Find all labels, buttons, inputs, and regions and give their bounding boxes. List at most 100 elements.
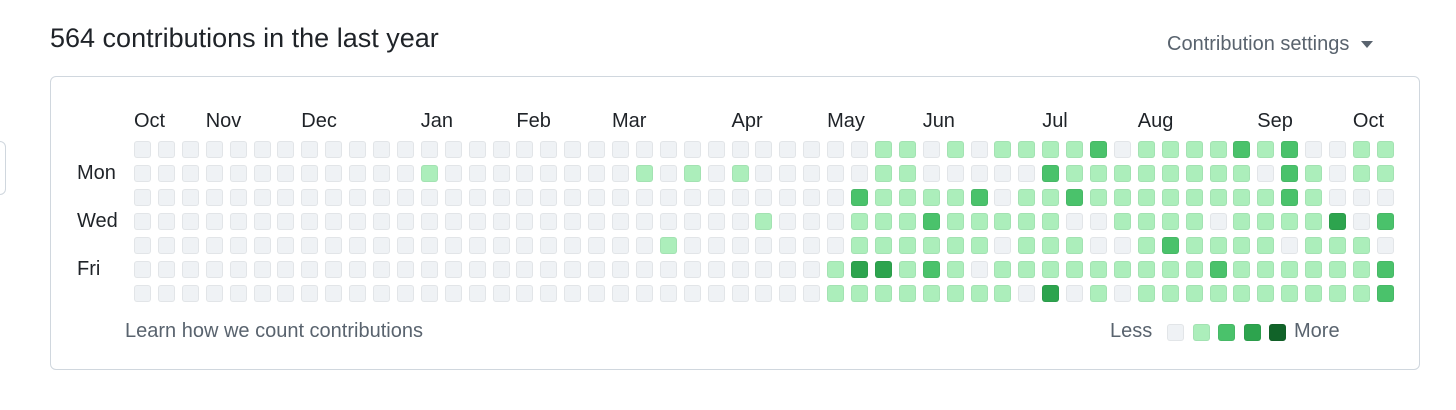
contribution-cell[interactable] [946, 285, 964, 302]
contribution-cell[interactable] [898, 237, 916, 254]
contribution-cell[interactable] [683, 213, 701, 230]
contribution-cell[interactable] [827, 213, 845, 230]
contribution-cell[interactable] [1257, 213, 1275, 230]
contribution-cell[interactable] [803, 261, 821, 278]
contribution-cell[interactable] [253, 213, 271, 230]
contribution-cell[interactable] [1113, 141, 1131, 158]
contribution-cell[interactable] [492, 261, 510, 278]
contribution-cell[interactable] [373, 213, 390, 230]
contribution-cell[interactable] [898, 189, 916, 206]
contribution-cell[interactable] [970, 285, 988, 302]
contribution-cell[interactable] [1329, 261, 1346, 278]
contribution-cell[interactable] [874, 189, 892, 206]
contribution-cell[interactable] [946, 213, 964, 230]
contribution-cell[interactable] [803, 237, 821, 254]
contribution-cell[interactable] [755, 237, 773, 254]
contribution-cell[interactable] [420, 165, 438, 182]
contribution-cell[interactable] [1090, 261, 1107, 278]
contribution-cell[interactable] [1305, 285, 1323, 302]
contribution-cell[interactable] [898, 165, 916, 182]
contribution-cell[interactable] [229, 237, 247, 254]
contribution-cell[interactable] [564, 165, 582, 182]
contribution-cell[interactable] [1281, 213, 1299, 230]
contribution-cell[interactable] [325, 189, 343, 206]
contribution-cell[interactable] [540, 189, 558, 206]
contribution-cell[interactable] [994, 261, 1012, 278]
contribution-cell[interactable] [1066, 285, 1084, 302]
contribution-cell[interactable] [373, 285, 390, 302]
contribution-cell[interactable] [1209, 213, 1227, 230]
contribution-cell[interactable] [564, 141, 582, 158]
contribution-cell[interactable] [444, 285, 462, 302]
contribution-cell[interactable] [1376, 189, 1394, 206]
contribution-cell[interactable] [946, 141, 964, 158]
contribution-cell[interactable] [516, 141, 534, 158]
contribution-cell[interactable] [349, 261, 367, 278]
contribution-cell[interactable] [994, 237, 1012, 254]
contribution-cell[interactable] [157, 213, 175, 230]
contribution-cell[interactable] [683, 165, 701, 182]
contribution-cell[interactable] [229, 141, 247, 158]
contribution-cell[interactable] [755, 285, 773, 302]
contribution-cell[interactable] [253, 141, 271, 158]
contribution-cell[interactable] [1305, 165, 1323, 182]
contribution-cell[interactable] [277, 189, 295, 206]
contribution-cell[interactable] [612, 237, 629, 254]
contribution-cell[interactable] [277, 261, 295, 278]
contribution-cell[interactable] [1352, 189, 1370, 206]
contribution-cell[interactable] [396, 261, 414, 278]
contribution-cell[interactable] [492, 213, 510, 230]
contribution-cell[interactable] [898, 213, 916, 230]
contribution-cell[interactable] [1281, 261, 1299, 278]
contribution-cell[interactable] [779, 261, 797, 278]
contribution-cell[interactable] [827, 285, 845, 302]
contribution-cell[interactable] [1090, 285, 1107, 302]
contribution-cell[interactable] [1137, 261, 1155, 278]
contribution-cell[interactable] [803, 285, 821, 302]
contribution-cell[interactable] [779, 213, 797, 230]
contribution-cell[interactable] [229, 285, 247, 302]
contribution-cell[interactable] [516, 213, 534, 230]
contribution-cell[interactable] [301, 165, 319, 182]
contribution-cell[interactable] [396, 285, 414, 302]
contribution-cell[interactable] [922, 189, 940, 206]
contribution-cell[interactable] [994, 141, 1012, 158]
contribution-cell[interactable] [1137, 213, 1155, 230]
learn-how-we-count-link[interactable]: Learn how we count contributions [125, 320, 423, 343]
contribution-cell[interactable] [1185, 261, 1203, 278]
contribution-cell[interactable] [1305, 141, 1323, 158]
contribution-cell[interactable] [1281, 165, 1299, 182]
contribution-cell[interactable] [468, 285, 486, 302]
contribution-cell[interactable] [1042, 165, 1060, 182]
contribution-cell[interactable] [635, 189, 653, 206]
contribution-cell[interactable] [1185, 213, 1203, 230]
contribution-cell[interactable] [827, 189, 845, 206]
contribution-cell[interactable] [1352, 165, 1370, 182]
contribution-cell[interactable] [898, 261, 916, 278]
contribution-cell[interactable] [1352, 237, 1370, 254]
contribution-cell[interactable] [1305, 261, 1323, 278]
contribution-cell[interactable] [1090, 189, 1107, 206]
contribution-cell[interactable] [564, 213, 582, 230]
contribution-cell[interactable] [1137, 285, 1155, 302]
contribution-cell[interactable] [1305, 213, 1323, 230]
contribution-cell[interactable] [516, 285, 534, 302]
contribution-cell[interactable] [157, 285, 175, 302]
contribution-cell[interactable] [540, 213, 558, 230]
contribution-cell[interactable] [1042, 213, 1060, 230]
contribution-cell[interactable] [707, 285, 725, 302]
contribution-cell[interactable] [420, 237, 438, 254]
contribution-cell[interactable] [1352, 285, 1370, 302]
contribution-cell[interactable] [181, 261, 199, 278]
contribution-cell[interactable] [755, 213, 773, 230]
contribution-cell[interactable] [970, 141, 988, 158]
contribution-cell[interactable] [1281, 237, 1299, 254]
contribution-cell[interactable] [516, 261, 534, 278]
contribution-cell[interactable] [994, 213, 1012, 230]
contribution-cell[interactable] [301, 285, 319, 302]
contribution-cell[interactable] [1329, 237, 1346, 254]
contribution-cell[interactable] [1161, 285, 1179, 302]
contribution-cell[interactable] [1185, 285, 1203, 302]
contribution-cell[interactable] [253, 165, 271, 182]
contribution-cell[interactable] [683, 285, 701, 302]
